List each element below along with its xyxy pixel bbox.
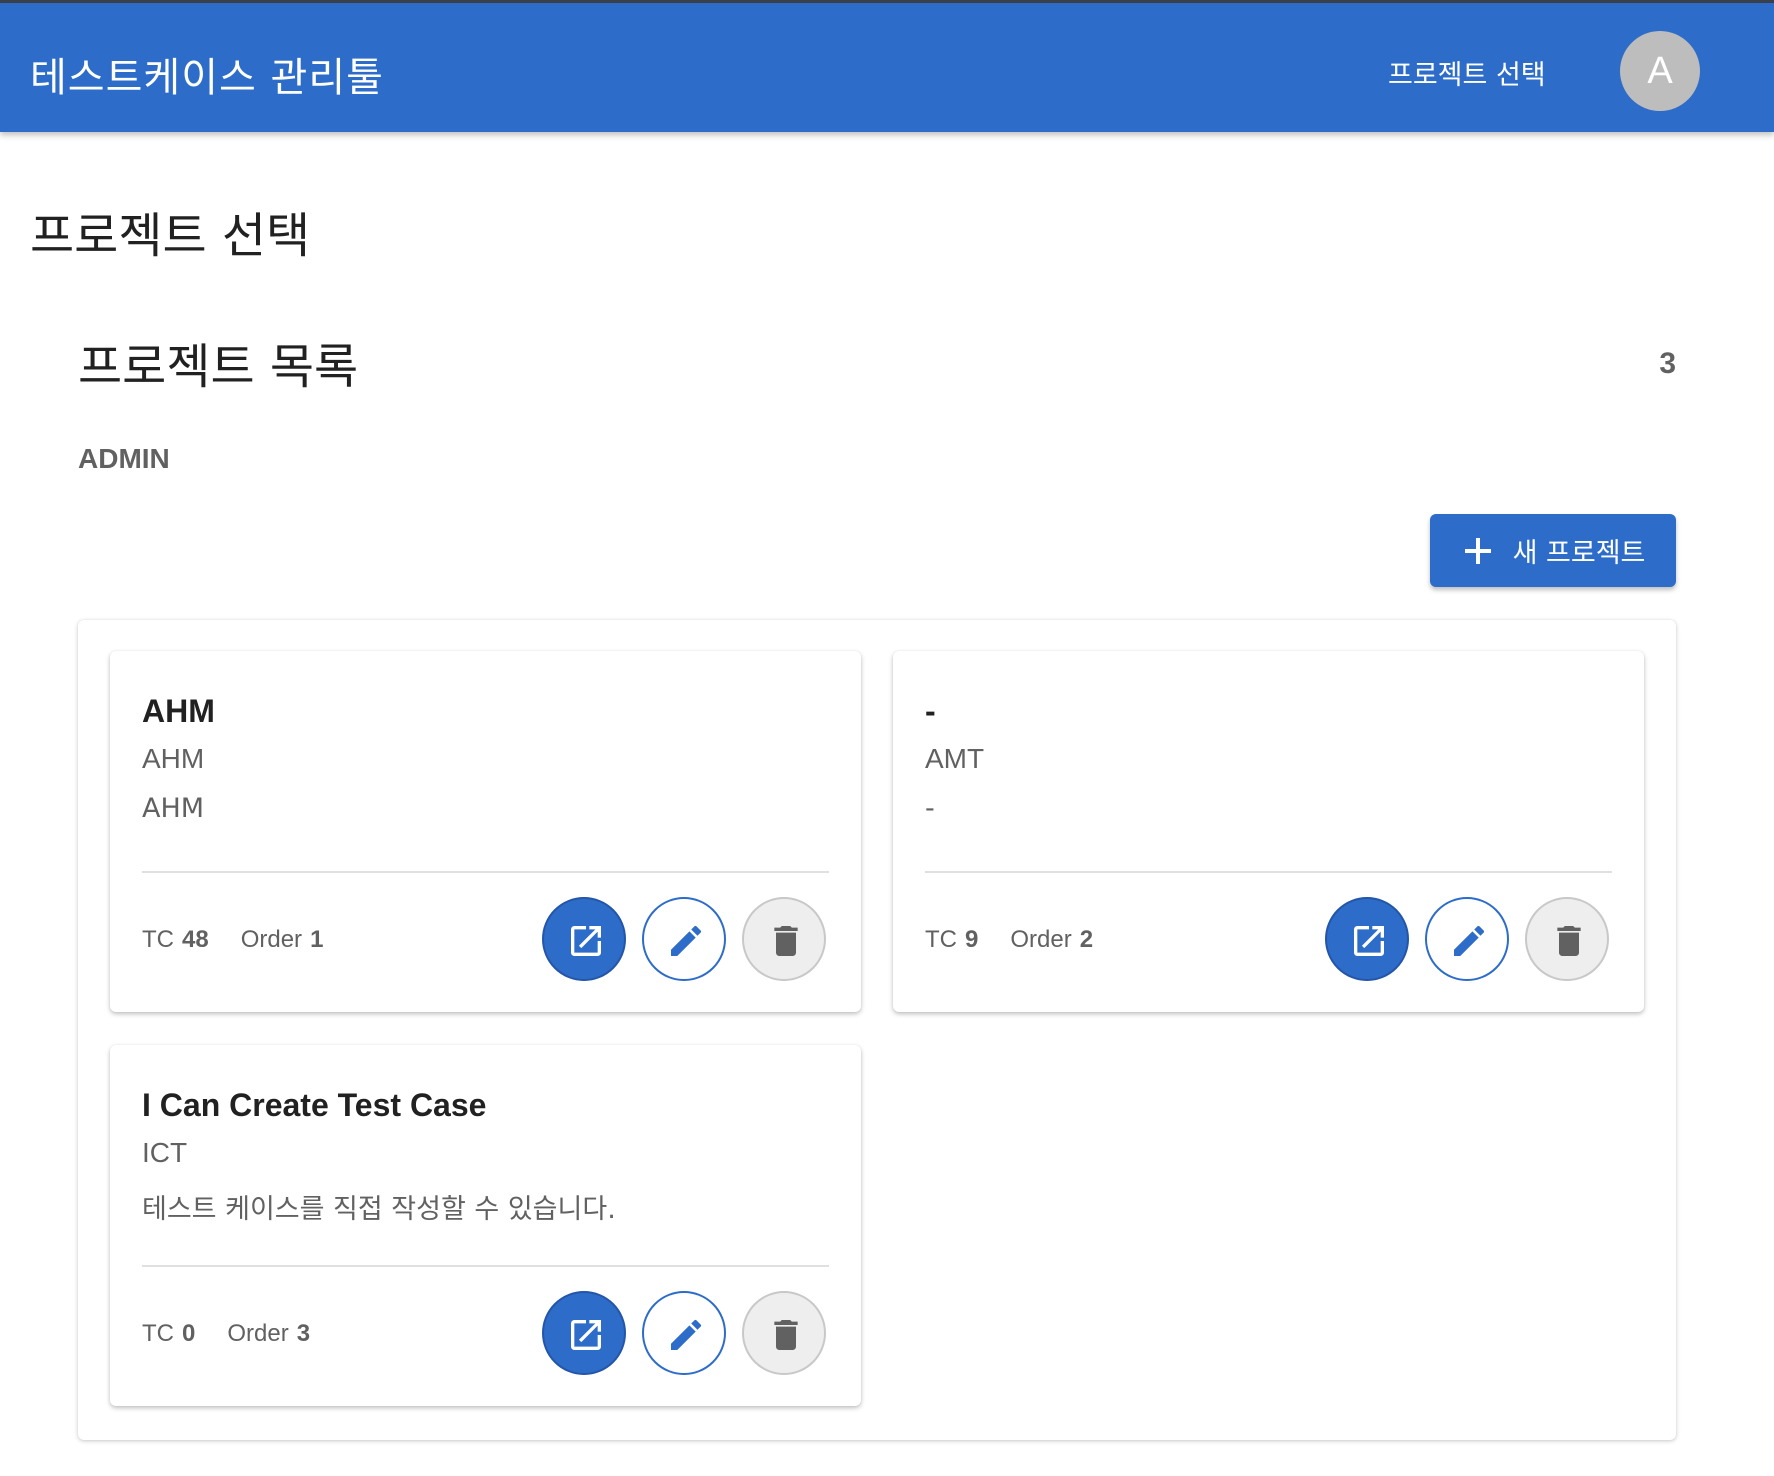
open-in-new-icon (1354, 926, 1384, 956)
project-list-panel: AHM AHM AHM TC 48 Order 1 - AMT - TC 9 O… (78, 620, 1676, 1440)
tc-label: TC (925, 926, 957, 953)
page-title: 프로젝트 선택 (30, 208, 311, 264)
order-label: Order (1010, 926, 1072, 953)
tc-count: 0 (182, 1320, 196, 1347)
edit-project-button[interactable] (1425, 897, 1509, 981)
trash-icon (1557, 926, 1581, 956)
order-label: Order (227, 1320, 289, 1347)
pencil-icon (1454, 925, 1485, 956)
project-name: I Can Create Test Case (142, 1087, 487, 1123)
project-name: - (925, 693, 936, 729)
project-stats: TC 48 Order 1 (142, 926, 355, 954)
order-label: Order (240, 926, 303, 953)
project-stats: TC 0 Order 3 (142, 1320, 342, 1348)
pencil-icon (671, 1319, 702, 1350)
tc-count: 48 (182, 926, 209, 953)
card-divider (142, 871, 829, 873)
pencil-icon (671, 925, 702, 956)
delete-project-button[interactable] (742, 897, 826, 981)
project-key: AHM (142, 743, 205, 774)
project-description: 테스트 케이스를 직접 작성할 수 있습니다. (142, 1194, 616, 1225)
project-card: AHM AHM AHM TC 48 Order 1 (110, 651, 861, 1012)
project-key: ICT (142, 1137, 188, 1168)
open-project-button[interactable] (542, 897, 626, 981)
card-divider (925, 871, 1612, 873)
delete-project-button[interactable] (742, 1291, 826, 1375)
project-description: - (925, 793, 935, 824)
new-project-button[interactable]: 새 프로젝트 (1430, 514, 1676, 587)
project-key: AMT (925, 743, 985, 774)
order-value: 3 (296, 1320, 311, 1347)
edit-project-button[interactable] (642, 1291, 726, 1375)
top-app-bar: 테스트케이스 관리툴 프로젝트 선택 A (0, 0, 1774, 132)
app-viewport: 테스트케이스 관리툴 프로젝트 선택 A 프로젝트 선택 프로젝트 목록 3 A… (0, 0, 1774, 1476)
open-project-button[interactable] (1325, 897, 1409, 981)
user-role-label: ADMIN (78, 443, 170, 474)
avatar[interactable]: A (1620, 31, 1700, 111)
app-window: 테스트케이스 관리툴 프로젝트 선택 A 프로젝트 선택 프로젝트 목록 3 A… (0, 0, 1774, 1476)
project-list-title: 프로젝트 목록 (78, 339, 359, 395)
delete-project-button[interactable] (1525, 897, 1609, 981)
tc-count: 9 (965, 926, 979, 953)
trash-icon (774, 926, 798, 956)
tc-label: TC (142, 926, 174, 953)
project-name: AHM (142, 693, 215, 729)
card-divider (142, 1265, 829, 1267)
edit-project-button[interactable] (642, 897, 726, 981)
new-project-button-label: 새 프로젝트 (1512, 538, 1646, 569)
tc-label: TC (142, 1320, 174, 1347)
project-card: I Can Create Test Case ICT 테스트 케이스를 직접 작… (110, 1045, 861, 1406)
nav-project-select-link[interactable]: 프로젝트 선택 (1388, 53, 1546, 92)
plus-icon (1461, 534, 1495, 568)
project-card: - AMT - TC 9 Order 2 (893, 651, 1644, 1012)
open-in-new-icon (571, 926, 601, 956)
app-title[interactable]: 테스트케이스 관리툴 (30, 45, 384, 103)
trash-icon (774, 1320, 798, 1350)
open-project-button[interactable] (542, 1291, 626, 1375)
project-stats: TC 9 Order 2 (925, 926, 1125, 954)
order-value: 2 (1079, 926, 1094, 953)
order-value: 1 (310, 926, 324, 953)
project-count: 3 (1659, 347, 1676, 380)
project-description: AHM (142, 793, 205, 824)
open-in-new-icon (571, 1320, 601, 1350)
